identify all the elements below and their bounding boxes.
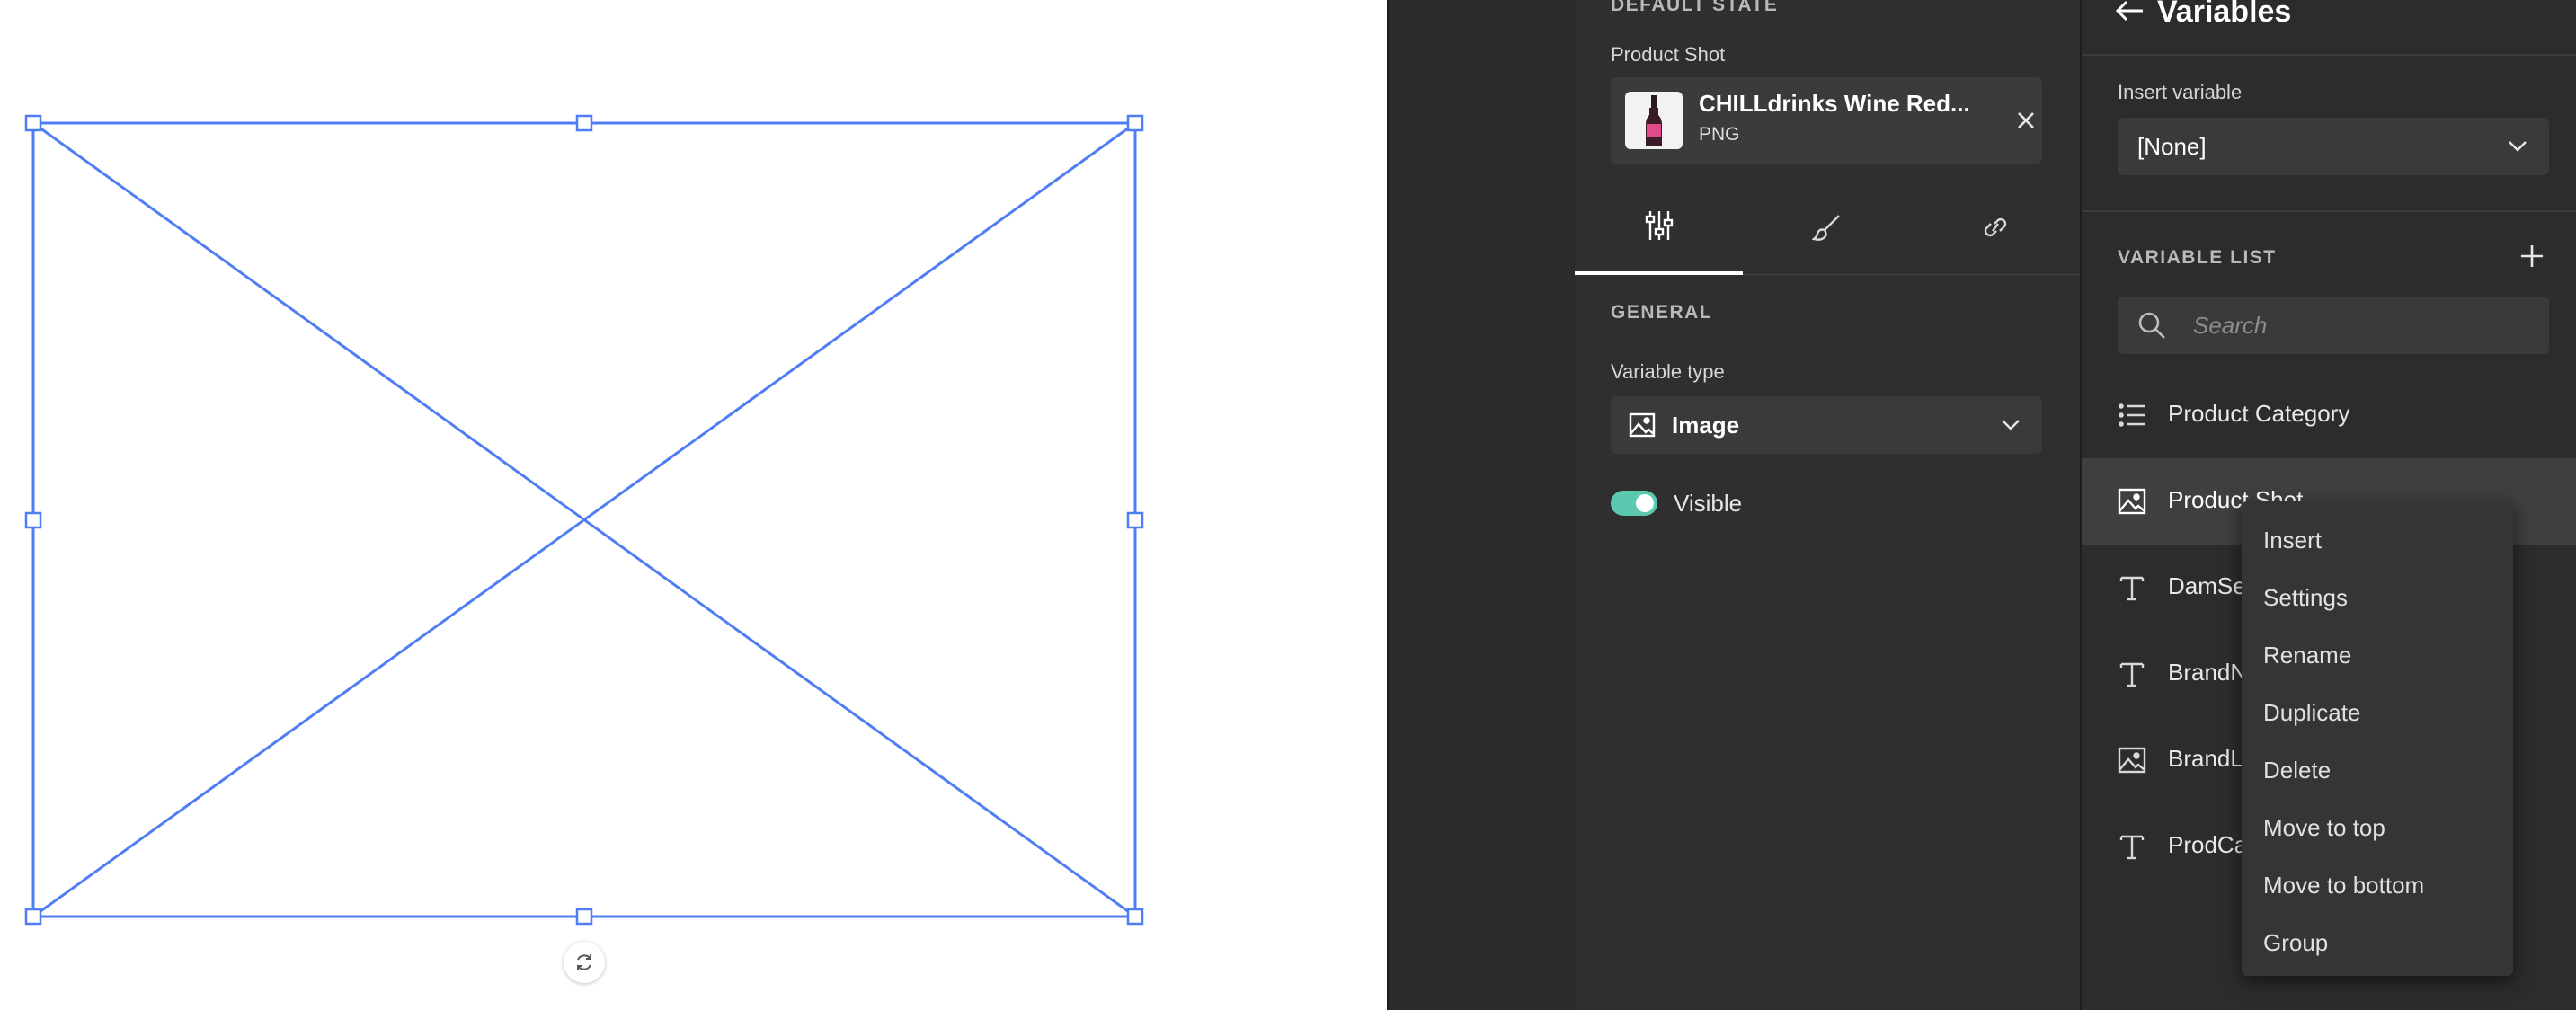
rotate-handle[interactable] (564, 942, 605, 983)
insert-variable-label: Insert variable (2118, 81, 2243, 103)
brush-icon (1811, 215, 1840, 241)
insert-variable-value: [None] (2137, 133, 2207, 160)
file-thumbnail (1625, 92, 1683, 149)
menu-item-rename[interactable]: Rename (2263, 642, 2351, 669)
resize-handle-tl (24, 114, 42, 132)
panel-gutter (1387, 0, 1575, 1010)
chevron-down-icon (2509, 141, 2527, 152)
divider (2082, 210, 2576, 212)
visible-toggle[interactable] (1611, 491, 1657, 516)
file-card[interactable]: CHILLdrinks Wine Red... PNG (1611, 77, 2042, 164)
file-name: CHILLdrinks Wine Red... (1699, 90, 1970, 117)
variable-label: BrandL (2168, 745, 2243, 772)
tab-style[interactable] (1743, 180, 1911, 275)
rotate-icon (577, 954, 591, 970)
resize-handle-l (24, 511, 42, 529)
resize-handle-b (575, 908, 593, 926)
variable-list-heading: VARIABLE LIST (2118, 247, 2277, 268)
properties-panel: DEFAULT STATE Product Shot CHILLdrinks W… (1575, 0, 2080, 1010)
menu-item-delete[interactable]: Delete (2263, 757, 2331, 784)
image-icon (1629, 412, 1656, 438)
toggle-knob (1636, 494, 1654, 512)
panel-title: Variables (2157, 0, 2292, 29)
resize-handle-r (1126, 511, 1144, 529)
variable-type-select[interactable]: Image (1611, 396, 2042, 454)
resize-handle-tr (1126, 114, 1144, 132)
resize-handle-t (575, 114, 593, 132)
variable-type-value: Image (1672, 412, 1740, 439)
link-icon (1984, 217, 2006, 237)
wine-bottle-icon (1646, 95, 1662, 146)
variable-type-label: Variable type (1611, 360, 1725, 383)
list-icon (2119, 403, 2145, 427)
visible-label: Visible (1674, 490, 1743, 517)
back-arrow-icon[interactable] (2114, 0, 2145, 25)
menu-item-move-to-top[interactable]: Move to top (2263, 814, 2385, 842)
menu-item-move-to-bottom[interactable]: Move to bottom (2263, 872, 2424, 899)
text-icon (2119, 576, 2145, 601)
tab-link[interactable] (1911, 180, 2079, 275)
variable-item-product-category[interactable]: Product Category (2082, 372, 2576, 458)
property-tabs (1575, 180, 2080, 275)
menu-item-insert[interactable]: Insert (2263, 527, 2322, 554)
resize-handle-br (1126, 908, 1144, 926)
image-icon (2118, 747, 2146, 774)
search-input[interactable] (2193, 297, 2535, 354)
canvas[interactable] (0, 0, 1387, 1010)
close-icon[interactable] (2013, 108, 2039, 133)
sliders-icon (1645, 211, 1673, 240)
menu-item-settings[interactable]: Settings (2263, 584, 2348, 612)
image-icon (2118, 488, 2146, 515)
text-icon (2119, 662, 2145, 687)
default-state-heading: DEFAULT STATE (1611, 0, 1779, 15)
variable-label: BrandN (2168, 659, 2248, 686)
search-icon (2138, 312, 2165, 339)
tab-general[interactable] (1575, 180, 1743, 275)
general-heading: GENERAL (1611, 302, 1713, 323)
add-variable-icon[interactable] (2518, 243, 2545, 270)
menu-item-duplicate[interactable]: Duplicate (2263, 699, 2360, 727)
chevron-down-icon (2002, 420, 2020, 430)
variable-search[interactable] (2118, 297, 2549, 354)
image-frame-placeholder[interactable] (0, 0, 1387, 1010)
product-shot-label: Product Shot (1611, 43, 1726, 66)
variable-label: ProdCa (2168, 831, 2248, 858)
menu-item-group[interactable]: Group (2263, 929, 2328, 957)
variable-label: Product Category (2168, 400, 2350, 427)
divider (2082, 54, 2576, 56)
text-icon (2119, 835, 2145, 860)
variable-label: DamSe (2168, 572, 2246, 599)
insert-variable-select[interactable]: [None] (2118, 118, 2549, 175)
context-menu: Insert Settings Rename Duplicate Delete … (2242, 501, 2513, 976)
resize-handle-bl (24, 908, 42, 926)
file-type: PNG (1699, 124, 1740, 145)
